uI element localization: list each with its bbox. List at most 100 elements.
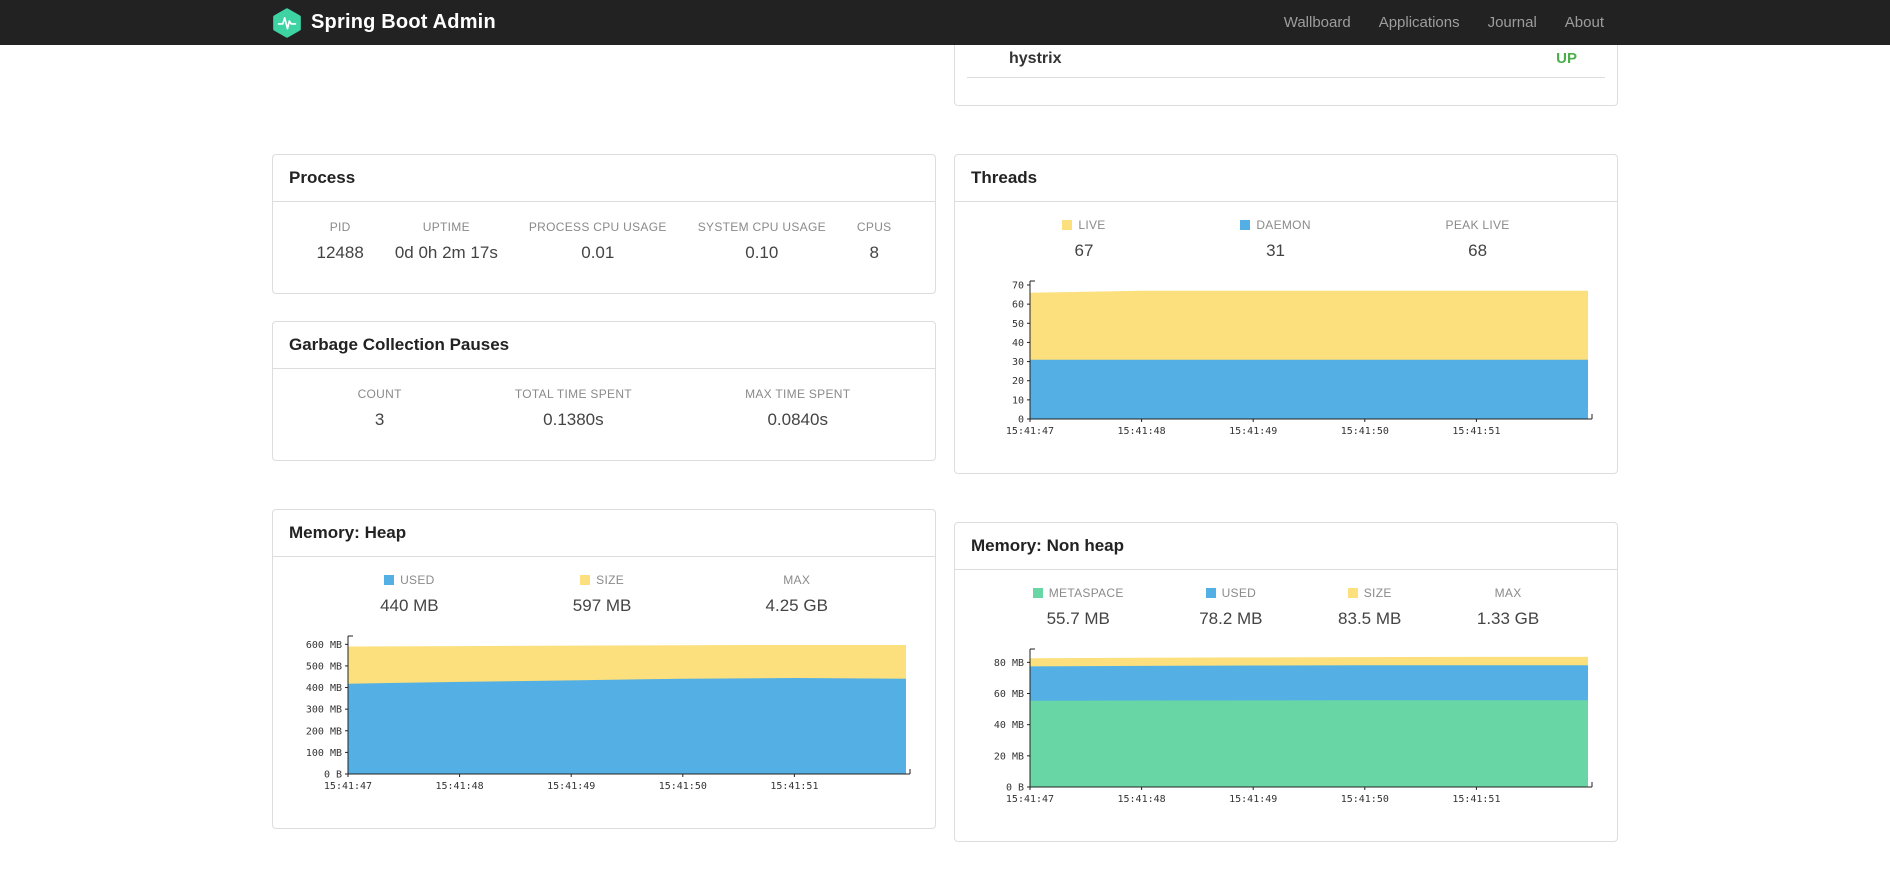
svg-text:15:41:51: 15:41:51 [1452,426,1500,437]
stat-cpus: CPUS 8 [856,220,892,262]
heap-size-legend-swatch [580,575,591,585]
legend-item-live: LIVE 67 [1062,218,1105,261]
brand[interactable]: Spring Boot Admin [272,7,496,38]
threads-card-title: Threads [955,155,1617,202]
nonheap-card-title: Memory: Non heap [955,523,1617,570]
nav-item-applications[interactable]: Applications [1365,0,1474,45]
stat-uptime: UPTIME 0d 0h 2m 17s [394,220,498,262]
svg-text:30: 30 [1012,357,1024,368]
brand-title[interactable]: Spring Boot Admin [311,11,496,34]
svg-text:15:41:50: 15:41:50 [1341,426,1389,437]
daemon-legend-swatch [1240,220,1251,230]
legend-item-daemon: DAEMON 31 [1240,218,1310,261]
gc-stats: COUNT 3 TOTAL TIME SPENT 0.1380s MAX TIM… [301,387,907,430]
nav-item-journal[interactable]: Journal [1474,0,1551,45]
svg-text:15:41:49: 15:41:49 [547,781,595,792]
svg-text:300 MB: 300 MB [306,705,342,716]
heap-legend: USED 440 MB SIZE 597 MB MAX 4.25 GB [273,573,935,616]
svg-text:15:41:49: 15:41:49 [1229,426,1277,437]
nonheap-size-legend-swatch [1347,588,1358,598]
nav-item-wallboard[interactable]: Wallboard [1270,0,1365,45]
navbar-inner: Spring Boot Admin Wallboard Applications… [272,0,1618,45]
nonheap-memory-chart: 0 B 20 MB 40 MB 60 MB 80 MB 15:41:47 15:41:48 1… [955,645,1617,819]
memory-heap-card: Memory: Heap USED 440 MB SIZE 597 MB MAX… [272,509,936,829]
svg-text:15:41:47: 15:41:47 [1006,426,1054,437]
legend-item-heap-size: SIZE 597 MB [572,573,632,615]
legend-item-nonheap-size: SIZE 83.5 MB [1338,586,1402,628]
svg-text:0 B: 0 B [324,770,342,781]
svg-text:80 MB: 80 MB [994,658,1024,669]
legend-item-nonheap-used: USED 78.2 MB [1199,586,1263,628]
svg-text:50: 50 [1012,319,1024,330]
legend-item-heap-max: MAX 4.25 GB [765,573,828,615]
threads-legend: LIVE 67 DAEMON 31 PEAK LIVE 68 [955,218,1617,261]
health-item-name: hystrix [1009,50,1062,67]
process-stats: PID 12488 UPTIME 0d 0h 2m 17s PROCESS CP… [301,220,907,263]
svg-text:600 MB: 600 MB [306,640,342,651]
stat-process-cpu-usage: PROCESS CPU USAGE 0.01 [528,220,667,262]
svg-text:0 B: 0 B [1006,783,1024,794]
gc-card-title: Garbage Collection Pauses [273,322,935,369]
metaspace-legend-swatch [1032,588,1043,598]
svg-text:15:41:48: 15:41:48 [436,781,484,792]
process-card-title: Process [273,155,935,202]
memory-nonheap-card: Memory: Non heap METASPACE 55.7 MB USED [954,522,1618,842]
health-row-hystrix: hystrix UP [967,45,1605,78]
nav-item-about[interactable]: About [1551,0,1618,45]
gc-pauses-card: Garbage Collection Pauses COUNT 3 TOTAL … [272,321,936,461]
svg-text:15:41:47: 15:41:47 [324,781,372,792]
nonheap-used-legend-swatch [1205,588,1216,598]
svg-text:15:41:51: 15:41:51 [770,781,818,792]
nonheap-card-body: METASPACE 55.7 MB USED 78.2 MB SIZE 83.5… [955,570,1617,841]
stat-gc-max-time: MAX TIME SPENT 0.0840s [745,387,851,429]
legend-item-metaspace: METASPACE 55.7 MB [1032,586,1124,629]
page-content: Process PID 12488 UPTIME 0d 0h 2m 17s PR… [272,45,1618,842]
svg-text:500 MB: 500 MB [306,661,342,672]
svg-text:10: 10 [1012,395,1024,406]
svg-text:15:41:50: 15:41:50 [659,781,707,792]
legend-item-nonheap-max: MAX 1.33 GB [1476,586,1540,628]
svg-text:40 MB: 40 MB [994,720,1024,731]
stat-gc-total-time: TOTAL TIME SPENT 0.1380s [514,387,632,429]
stat-gc-count: COUNT 3 [357,387,402,429]
nonheap-legend: METASPACE 55.7 MB USED 78.2 MB SIZE 83.5… [955,586,1617,629]
left-column: Process PID 12488 UPTIME 0d 0h 2m 17s PR… [272,45,936,829]
legend-item-peak-live: PEAK LIVE 68 [1445,218,1510,260]
svg-text:0: 0 [1018,415,1024,426]
svg-text:15:41:50: 15:41:50 [1341,794,1389,805]
nav-links: Wallboard Applications Journal About [1270,0,1618,45]
svg-text:15:41:48: 15:41:48 [1118,794,1166,805]
heap-memory-chart: 0 B 100 MB 200 MB 300 MB 400 MB 500 MB 600 MB 1… [273,632,935,806]
right-column: hystrix UP Threads LIVE 67 DAEMON 31 PEA… [954,45,1618,842]
svg-text:60: 60 [1012,300,1024,311]
health-status-badge: UP [1556,50,1577,67]
svg-text:400 MB: 400 MB [306,683,342,694]
stat-system-cpu-usage: SYSTEM CPU USAGE 0.10 [697,220,826,262]
svg-text:20 MB: 20 MB [994,751,1024,762]
stat-pid: PID 12488 [316,220,364,262]
gc-card-body: COUNT 3 TOTAL TIME SPENT 0.1380s MAX TIM… [273,369,935,460]
svg-text:200 MB: 200 MB [306,726,342,737]
threads-card-body: LIVE 67 DAEMON 31 PEAK LIVE 68 0 10 20 3… [955,202,1617,473]
heap-card-body: USED 440 MB SIZE 597 MB MAX 4.25 GB 0 B … [273,557,935,828]
navbar: Spring Boot Admin Wallboard Applications… [0,0,1890,45]
process-card-body: PID 12488 UPTIME 0d 0h 2m 17s PROCESS CP… [273,202,935,293]
health-details-card-partial: hystrix UP [954,45,1618,106]
svg-text:20: 20 [1012,376,1024,387]
heap-used-legend-swatch [384,575,395,585]
heap-card-title: Memory: Heap [273,510,935,557]
live-legend-swatch [1062,220,1073,230]
svg-text:15:41:48: 15:41:48 [1118,426,1166,437]
process-card: Process PID 12488 UPTIME 0d 0h 2m 17s PR… [272,154,936,294]
svg-text:15:41:49: 15:41:49 [1229,794,1277,805]
threads-chart: 0 10 20 30 40 50 60 70 15:41:47 15:41:48 15:41:49 1… [955,277,1617,451]
svg-text:40: 40 [1012,338,1024,349]
spring-boot-admin-logo-icon [272,7,302,38]
svg-text:70: 70 [1012,281,1024,292]
svg-text:60 MB: 60 MB [994,689,1024,700]
legend-item-heap-used: USED 440 MB [380,573,439,615]
threads-card: Threads LIVE 67 DAEMON 31 PEAK LIVE 68 0… [954,154,1618,474]
svg-text:100 MB: 100 MB [306,748,342,759]
svg-text:15:41:51: 15:41:51 [1452,794,1500,805]
svg-text:15:41:47: 15:41:47 [1006,794,1054,805]
